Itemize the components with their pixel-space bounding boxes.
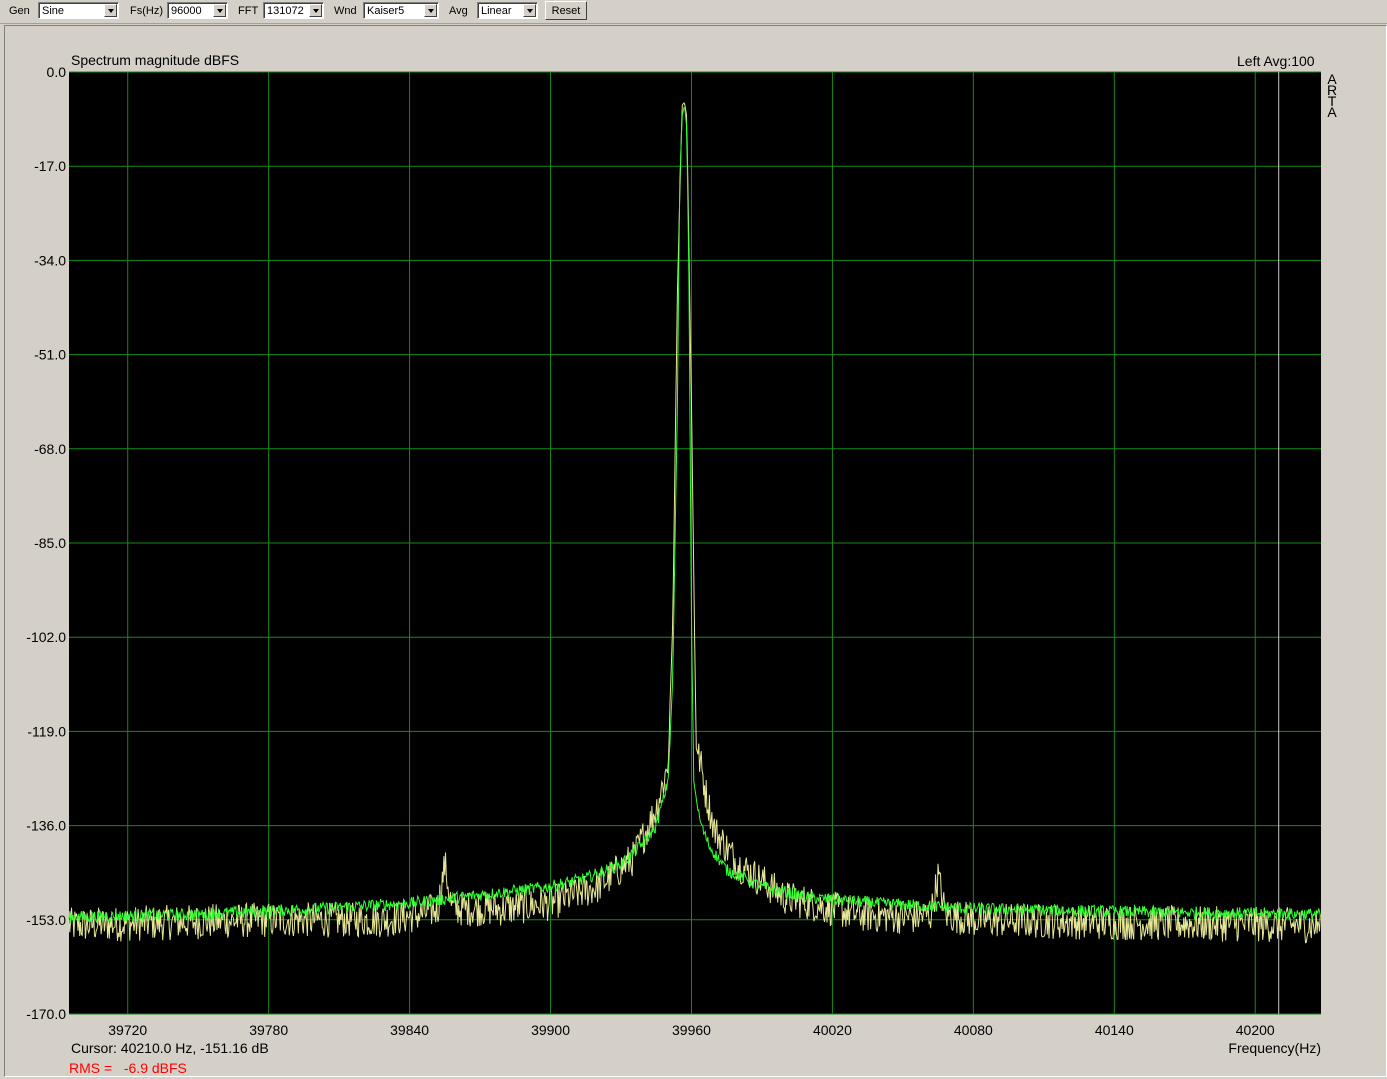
x-tick-label: 40140	[1095, 1022, 1134, 1038]
x-axis-label: Frequency(Hz)	[1228, 1040, 1321, 1056]
x-tick-label: 40200	[1236, 1022, 1275, 1038]
x-tick-label: 39900	[531, 1022, 570, 1038]
y-tick-label: -119.0	[27, 723, 66, 739]
y-tick-label: -34.0	[34, 252, 66, 268]
cursor-value: 40210.0 Hz, -151.16 dB	[121, 1040, 269, 1056]
spectrum-chart[interactable]: 39720 39780 39840 39900 39960 40020 40080 40140…	[0, 0, 1387, 1079]
x-tick-label: 40080	[954, 1022, 993, 1038]
y-tick-label: -17.0	[34, 158, 66, 174]
x-tick-label: 39840	[390, 1022, 429, 1038]
y-tick-label: -51.0	[34, 347, 66, 363]
cursor-readout: Cursor: 40210.0 Hz, -151.16 dB	[71, 1040, 269, 1056]
rms-label: RMS =	[69, 1060, 113, 1076]
y-tick-label: -170.0	[26, 1006, 66, 1022]
y-tick-label: 0.0	[47, 64, 67, 80]
x-tick-label: 39960	[672, 1022, 711, 1038]
y-tick-label: -136.0	[26, 818, 66, 834]
rms-value: -6.9 dBFS	[123, 1060, 187, 1076]
y-tick-label: -153.0	[26, 912, 66, 928]
y-tick-label: -85.0	[34, 535, 66, 551]
y-tick-label: -68.0	[34, 441, 66, 457]
y-tick-label: -102.0	[26, 629, 66, 645]
rms-readout: RMS = -6.9 dBFS	[69, 1060, 187, 1076]
x-tick-label: 39720	[108, 1022, 147, 1038]
cursor-label: Cursor:	[71, 1040, 117, 1056]
x-tick-label: 40020	[813, 1022, 852, 1038]
x-tick-label: 39780	[249, 1022, 288, 1038]
